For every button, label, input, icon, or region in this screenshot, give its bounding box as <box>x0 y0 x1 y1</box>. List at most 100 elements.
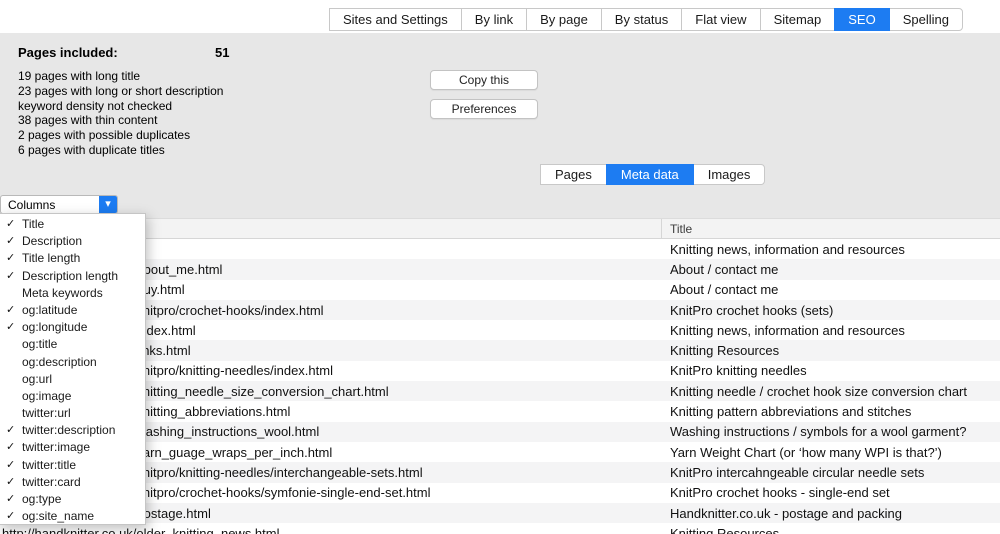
columns-popup-label: Columns <box>8 198 55 212</box>
columns-menu-item[interactable]: ✓ og:longitude <box>0 319 145 336</box>
checkmark-icon: ✓ <box>6 250 20 267</box>
main-tab[interactable]: By page <box>526 8 602 31</box>
table-row[interactable]: http://handknitter.co.uk/about_me.html A… <box>0 259 1000 279</box>
url-cell: http://handknitter.co.uk/older_knitting_… <box>0 526 662 534</box>
columns-menu-item[interactable]: og:description <box>0 354 145 371</box>
stat-line: keyword density not checked <box>18 99 223 114</box>
stat-line: 19 pages with long title <box>18 69 223 84</box>
table-row[interactable]: http://handknitter.co.uk/older_knitting_… <box>0 523 1000 534</box>
columns-menu-item[interactable]: og:image <box>0 388 145 405</box>
title-cell: KnitPro crochet hooks - single-end set <box>662 485 1000 500</box>
columns-menu-item[interactable]: ✓ twitter:description <box>0 422 145 439</box>
main-tab[interactable]: Sites and Settings <box>329 8 462 31</box>
menu-item-label: Meta keywords <box>22 286 103 300</box>
menu-item-label: twitter:title <box>22 458 76 472</box>
table-row[interactable]: http://handknitter.co.uk/knitpro/knittin… <box>0 462 1000 482</box>
menu-item-label: twitter:image <box>22 440 90 454</box>
main-tab[interactable]: By status <box>601 8 682 31</box>
stat-line: 2 pages with possible duplicates <box>18 128 223 143</box>
checkmark-icon: ✓ <box>6 422 20 439</box>
data-view-tab[interactable]: Pages <box>540 164 607 185</box>
checkmark-icon: ✓ <box>6 216 20 233</box>
menu-item-label: twitter:card <box>22 475 81 489</box>
main-tab[interactable]: By link <box>461 8 527 31</box>
checkmark-icon: ✓ <box>6 457 20 474</box>
columns-menu-item[interactable]: ✓ twitter:card <box>0 474 145 491</box>
table-row[interactable]: http://handknitter.co.uk/knitting_abbrev… <box>0 401 1000 421</box>
columns-menu-item[interactable]: ✓ Description <box>0 233 145 250</box>
preferences-button[interactable]: Preferences <box>430 99 538 119</box>
table-row[interactable]: http://handknitter.co.uk/knitting_needle… <box>0 381 1000 401</box>
table-row[interactable]: http://handknitter.co.uk/knitpro/knittin… <box>0 361 1000 381</box>
table-row[interactable]: http://handknitter.co.uk/links.html Knit… <box>0 340 1000 360</box>
table-row[interactable]: http://handknitter.co.uk/buy.html About … <box>0 280 1000 300</box>
table-row[interactable]: http://handknitter.co.uk/yarn_guage_wrap… <box>0 442 1000 462</box>
title-cell: Yarn Weight Chart (or ‘how many WPI is t… <box>662 445 1000 460</box>
menu-item-label: og:longitude <box>22 320 87 334</box>
columns-menu-item[interactable]: twitter:url <box>0 405 145 422</box>
menu-item-label: Description <box>22 234 82 248</box>
seo-window: Sites and Settings By link By page By st… <box>0 0 1000 534</box>
columns-menu-item[interactable]: Meta keywords <box>0 285 145 302</box>
stat-line: 23 pages with long or short description <box>18 84 223 99</box>
title-cell: Knitting news, information and resources <box>662 242 1000 257</box>
menu-item-label: og:latitude <box>22 303 77 317</box>
table-row[interactable]: http://handknitter.co.uk/index.html Knit… <box>0 320 1000 340</box>
summary-panel: Pages included: 51 19 pages with long ti… <box>0 33 1000 218</box>
checkmark-icon: ✓ <box>6 302 20 319</box>
columns-menu-item[interactable]: ✓ og:site_name <box>0 508 145 525</box>
checkmark-icon: ✓ <box>6 491 20 508</box>
columns-menu-item[interactable]: og:title <box>0 336 145 353</box>
main-tab[interactable]: Flat view <box>681 8 760 31</box>
table-row[interactable]: http://handknitter.co.uk/knitpro/crochet… <box>0 300 1000 320</box>
meta-data-table: Title http://handknitter.co.uk Knitting … <box>0 218 1000 534</box>
title-cell: About / contact me <box>662 282 1000 297</box>
checkmark-icon: ✓ <box>6 439 20 456</box>
stat-line: 6 pages with duplicate titles <box>18 143 223 158</box>
columns-menu-item[interactable]: ✓ og:type <box>0 491 145 508</box>
menu-item-label: og:url <box>22 372 52 386</box>
table-row[interactable]: http://handknitter.co.uk Knitting news, … <box>0 239 1000 259</box>
main-tab-bar: Sites and Settings By link By page By st… <box>330 8 963 31</box>
columns-menu-item[interactable]: ✓ Title <box>0 216 145 233</box>
menu-item-label: Title <box>22 217 44 231</box>
title-cell: KnitPro crochet hooks (sets) <box>662 303 1000 318</box>
main-tab[interactable]: Sitemap <box>760 8 836 31</box>
columns-menu-item[interactable]: ✓ Title length <box>0 250 145 267</box>
main-tab[interactable]: Spelling <box>889 8 963 31</box>
checkmark-icon: ✓ <box>6 474 20 491</box>
columns-menu-item[interactable]: ✓ og:latitude <box>0 302 145 319</box>
menu-item-label: og:image <box>22 389 71 403</box>
table-body: http://handknitter.co.uk Knitting news, … <box>0 239 1000 534</box>
menu-item-label: og:type <box>22 492 61 506</box>
data-view-segments: Pages Meta data Images <box>541 164 765 185</box>
table-row[interactable]: http://handknitter.co.uk/washing_instruc… <box>0 422 1000 442</box>
title-column-header[interactable]: Title <box>662 219 1000 238</box>
table-row[interactable]: http://handknitter.co.uk/knitpro/crochet… <box>0 483 1000 503</box>
data-view-tab[interactable]: Images <box>693 164 766 185</box>
menu-item-label: og:description <box>22 355 97 369</box>
columns-dropdown-menu: ✓ Title ✓ Description ✓ Title length ✓ D… <box>0 213 146 525</box>
title-cell: Knitting needle / crochet hook size conv… <box>662 384 1000 399</box>
summary-stats: 19 pages with long title 23 pages with l… <box>18 69 223 158</box>
title-cell: KnitPro knitting needles <box>662 363 1000 378</box>
title-cell: Knitting Resources <box>662 343 1000 358</box>
menu-item-label: Title length <box>22 251 80 265</box>
columns-menu-item[interactable]: og:url <box>0 371 145 388</box>
title-cell: About / contact me <box>662 262 1000 277</box>
title-cell: Washing instructions / symbols for a woo… <box>662 424 1000 439</box>
title-cell: Knitting Resources <box>662 526 1000 534</box>
columns-popup-button[interactable]: Columns ▾ <box>0 195 118 214</box>
table-row[interactable]: http://handknitter.co.uk/postage.html Ha… <box>0 503 1000 523</box>
columns-menu-item[interactable]: ✓ Description length <box>0 268 145 285</box>
title-cell: KnitPro intercahngeable circular needle … <box>662 465 1000 480</box>
columns-menu-item[interactable]: ✓ twitter:title <box>0 457 145 474</box>
main-tab[interactable]: SEO <box>834 8 889 31</box>
checkmark-icon: ✓ <box>6 508 20 525</box>
data-view-tab[interactable]: Meta data <box>606 164 694 185</box>
menu-item-label: og:site_name <box>22 509 94 523</box>
columns-menu-item[interactable]: ✓ twitter:image <box>0 439 145 456</box>
copy-this-button[interactable]: Copy this <box>430 70 538 90</box>
title-cell: Handknitter.co.uk - postage and packing <box>662 506 1000 521</box>
menu-item-label: twitter:description <box>22 423 115 437</box>
